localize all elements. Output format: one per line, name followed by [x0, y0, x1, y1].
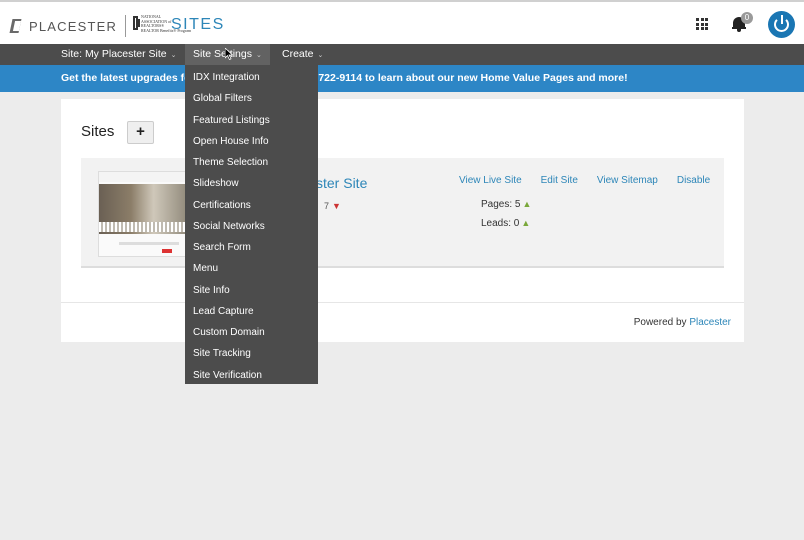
- trend-indicator: 7 ▼: [324, 201, 341, 211]
- menu-item-global-filters[interactable]: Global Filters: [185, 89, 318, 110]
- chevron-down-icon: ⌄: [170, 52, 177, 59]
- logo-divider: [125, 15, 127, 37]
- site-thumbnail[interactable]: [98, 171, 191, 257]
- site-selector-label: Site:: [61, 48, 85, 60]
- menu-item-menu[interactable]: Menu: [185, 259, 318, 280]
- up-arrow-icon: ▲: [521, 218, 531, 228]
- menu-item-site-verification[interactable]: Site Verification: [185, 366, 318, 387]
- menu-item-idx-integration[interactable]: IDX Integration: [185, 68, 318, 89]
- powered-by-text: Powered by: [633, 317, 690, 328]
- down-arrow-icon: ▼: [332, 201, 341, 211]
- site-card: ster Site 7 ▼ View Live Site Edit Site Vi…: [81, 158, 724, 268]
- promo-banner: Get the latest upgrades for your site! C…: [0, 65, 804, 92]
- pages-stat: Pages: 5 ▲: [481, 199, 531, 210]
- menu-item-slideshow[interactable]: Slideshow: [185, 174, 318, 195]
- trend-digit: 7: [324, 201, 330, 211]
- placester-link[interactable]: Placester: [689, 317, 731, 328]
- view-live-site-link[interactable]: View Live Site: [459, 175, 522, 186]
- site-settings-menu: IDX Integration Global Filters Featured …: [185, 65, 318, 384]
- top-header: PLACESTER NATIONAL ASSOCIATION of REALTO…: [0, 0, 804, 44]
- up-arrow-icon: ▲: [522, 199, 532, 209]
- pages-count: Pages: 5: [481, 199, 521, 210]
- view-sitemap-link[interactable]: View Sitemap: [597, 175, 658, 186]
- leads-stat: Leads: 0 ▲: [481, 218, 530, 229]
- menu-item-certifications[interactable]: Certifications: [185, 196, 318, 217]
- site-selector-value: My Placester Site: [84, 48, 167, 60]
- add-site-button[interactable]: +: [127, 121, 154, 144]
- menu-item-social-networks[interactable]: Social Networks: [185, 217, 318, 238]
- site-name-link[interactable]: ster Site: [316, 175, 367, 191]
- menu-item-theme-selection[interactable]: Theme Selection: [185, 153, 318, 174]
- site-actions: View Live Site Edit Site View Sitemap Di…: [459, 175, 729, 186]
- product-title: SITES: [171, 16, 225, 33]
- leads-count: Leads: 0: [481, 218, 520, 229]
- menu-item-open-house-info[interactable]: Open House Info: [185, 132, 318, 153]
- edit-site-link[interactable]: Edit Site: [541, 175, 578, 186]
- menu-item-custom-domain[interactable]: Custom Domain: [185, 323, 318, 344]
- main-nav: Site: My Placester Site ⌄ Site Settings ⌄ …: [0, 44, 804, 65]
- realtor-r-icon: [133, 16, 140, 30]
- disable-site-link[interactable]: Disable: [677, 175, 710, 186]
- chevron-down-icon: ⌄: [255, 52, 262, 59]
- menu-item-site-info[interactable]: Site Info: [185, 281, 318, 302]
- create-label: Create: [282, 48, 314, 60]
- placester-mark-icon: [10, 19, 24, 33]
- apps-grid-icon[interactable]: [696, 18, 708, 30]
- powered-by: Powered by Placester: [634, 317, 731, 328]
- power-icon[interactable]: [768, 11, 795, 38]
- menu-item-search-form[interactable]: Search Form: [185, 238, 318, 259]
- page-title: Sites: [81, 123, 115, 140]
- sites-panel: Sites + ster Site 7 ▼ View Live Site Edit…: [61, 99, 744, 342]
- menu-item-featured-listings[interactable]: Featured Listings: [185, 111, 318, 132]
- panel-footer: Powered by Placester: [61, 302, 744, 342]
- chevron-down-icon: ⌄: [317, 52, 324, 59]
- site-settings-label: Site Settings: [193, 48, 252, 60]
- nav-site-selector[interactable]: Site: My Placester Site ⌄: [53, 44, 185, 65]
- menu-item-lead-capture[interactable]: Lead Capture: [185, 302, 318, 323]
- nav-create[interactable]: Create ⌄: [274, 44, 331, 65]
- notification-badge: 0: [741, 12, 753, 24]
- brand-name: PLACESTER: [29, 18, 118, 34]
- placester-logo[interactable]: PLACESTER NATIONAL ASSOCIATION of REALTO…: [10, 14, 191, 37]
- menu-item-site-tracking[interactable]: Site Tracking: [185, 344, 318, 365]
- cursor-icon: [225, 48, 233, 60]
